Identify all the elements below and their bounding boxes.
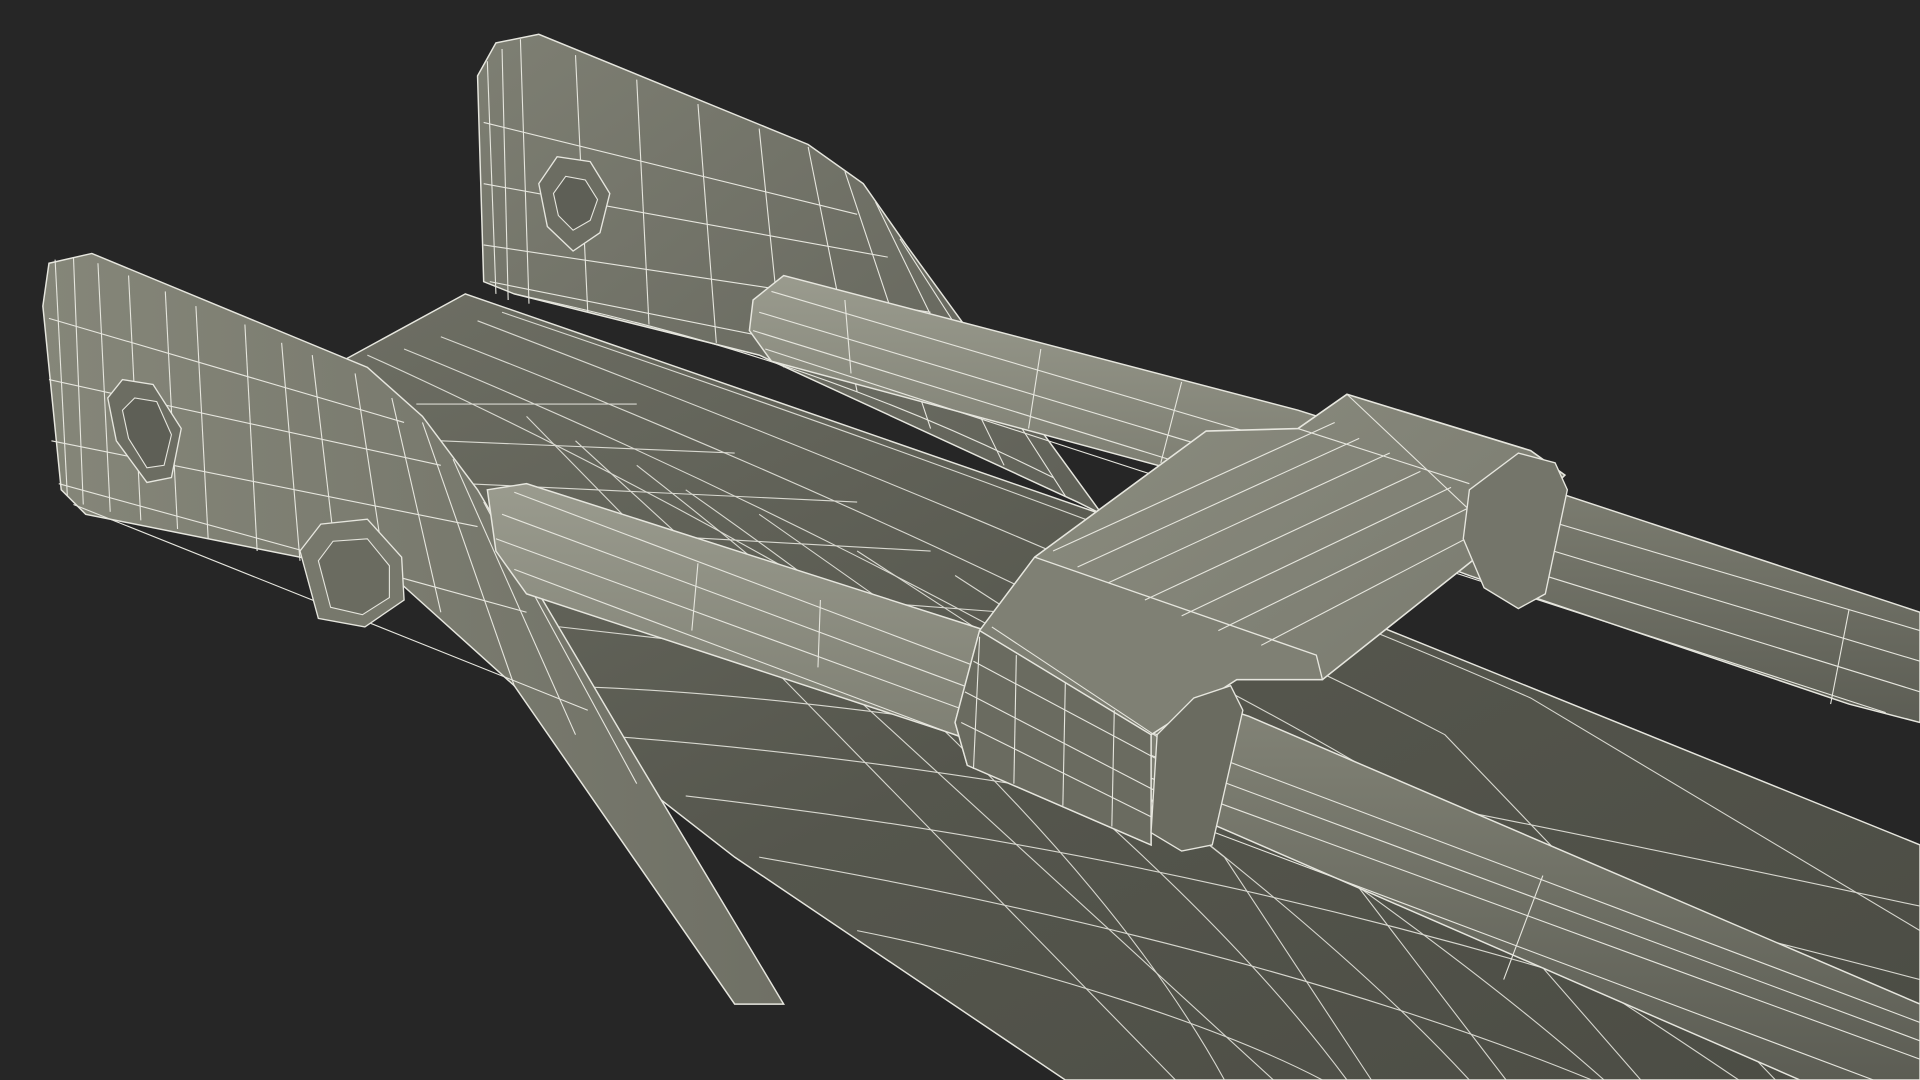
render-viewport [0,0,1920,1080]
wireframe-model [42,33,1920,1080]
